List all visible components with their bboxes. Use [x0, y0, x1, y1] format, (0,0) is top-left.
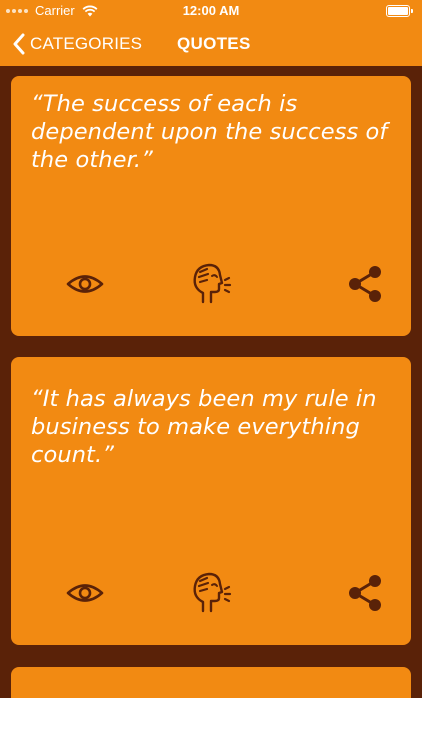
quote-card: “The success of each is dependent upon t… — [11, 76, 411, 336]
view-button[interactable] — [63, 262, 107, 306]
quote-card-partial — [11, 667, 411, 698]
quote-actions — [11, 262, 411, 306]
quote-text: “It has always been my rule in business … — [31, 386, 377, 468]
speaking-head-icon — [193, 263, 232, 304]
back-button[interactable]: CATEGORIES — [12, 30, 142, 58]
speak-button[interactable] — [189, 571, 233, 615]
eye-icon — [66, 275, 104, 293]
share-icon — [349, 266, 381, 302]
app-screen: Carrier 12:00 AM CATEGORIES QUOTES “The … — [0, 0, 422, 698]
speak-button[interactable] — [189, 262, 233, 306]
back-button-label: CATEGORIES — [30, 34, 143, 53]
top-bar: Carrier 12:00 AM CATEGORIES QUOTES — [0, 0, 422, 66]
page-title: QUOTES — [177, 34, 251, 53]
quote-text: “The success of each is dependent upon t… — [31, 91, 388, 173]
status-time: 12:00 AM — [182, 3, 240, 18]
navigation-bar: CATEGORIES QUOTES — [0, 26, 422, 62]
share-icon — [349, 575, 381, 611]
status-bar: Carrier 12:00 AM — [0, 0, 422, 22]
chevron-left-icon — [13, 33, 25, 55]
quote-actions — [11, 571, 411, 615]
quote-card: “It has always been my rule in business … — [11, 357, 411, 645]
battery-icon — [386, 5, 413, 17]
speaking-head-icon — [193, 572, 232, 613]
eye-icon — [66, 584, 104, 602]
share-button[interactable] — [344, 262, 388, 306]
view-button[interactable] — [63, 571, 107, 615]
share-button[interactable] — [344, 571, 388, 615]
